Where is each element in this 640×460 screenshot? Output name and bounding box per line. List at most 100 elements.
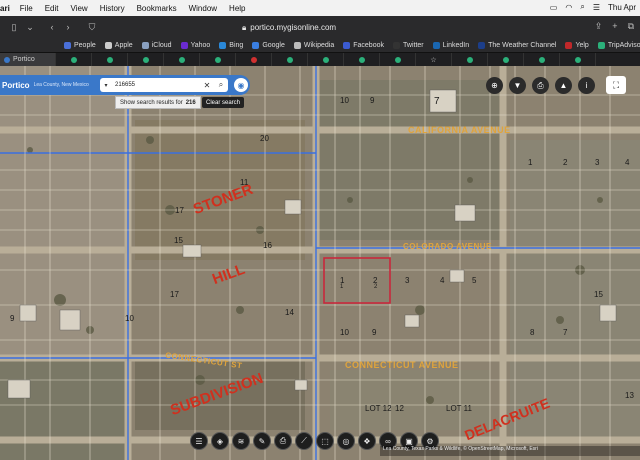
favicon-icon: [70, 56, 77, 63]
share-icon[interactable]: ⇪: [595, 21, 603, 32]
tab-5[interactable]: [164, 53, 200, 66]
back-icon[interactable]: ‹: [44, 22, 60, 32]
eye-icon[interactable]: ◉: [234, 78, 248, 92]
list-icon[interactable]: ☰: [190, 432, 208, 450]
chevron-down-icon[interactable]: ▾: [100, 82, 112, 89]
favicon-icon: [64, 41, 71, 49]
info-icon[interactable]: i: [578, 77, 595, 94]
lot-number: 9: [372, 328, 377, 337]
tab-overview-icon[interactable]: ⧉: [628, 21, 634, 32]
favorite-facebook[interactable]: Facebook: [343, 41, 384, 49]
printer-icon[interactable]: ⎙: [274, 432, 292, 450]
lot-number: 2: [374, 284, 378, 290]
lot-number: 10: [125, 314, 134, 323]
lot-number: 14: [285, 308, 294, 317]
plus-icon[interactable]: ⊕: [486, 77, 503, 94]
tab-8[interactable]: [272, 53, 308, 66]
favorite-label: The Weather Channel: [488, 41, 557, 49]
search-value[interactable]: 216655: [115, 82, 200, 88]
forward-icon[interactable]: ›: [60, 22, 76, 32]
favorite-google[interactable]: Google: [252, 41, 285, 49]
select-icon[interactable]: ⬚: [316, 432, 334, 450]
url-text: portico.mygisonline.com: [250, 23, 337, 32]
app-menu[interactable]: ari: [0, 4, 10, 13]
clear-search-button[interactable]: ✕: [200, 81, 214, 90]
sidebar-icon[interactable]: ▯: [6, 22, 22, 33]
tab-13[interactable]: [452, 53, 488, 66]
favorite-the-weather-channel[interactable]: The Weather Channel: [478, 41, 557, 49]
stack-icon[interactable]: ≋: [232, 432, 250, 450]
fullscreen-icon[interactable]: ⛶: [606, 76, 626, 94]
tab-7[interactable]: [236, 53, 272, 66]
search-icon[interactable]: ⌕: [580, 2, 584, 12]
parcel-search-input[interactable]: ▾ 216655 ✕ ⌕: [100, 78, 228, 92]
menu-edit[interactable]: Edit: [45, 4, 59, 13]
favicon-icon: [394, 56, 401, 63]
tab-3[interactable]: [92, 53, 128, 66]
favorite-wikipedia[interactable]: Wikipedia: [293, 41, 334, 49]
search-icon[interactable]: ⌕: [214, 80, 228, 90]
menu-history[interactable]: History: [100, 4, 125, 13]
favorite-tripadvisor[interactable]: TripAdvisor: [597, 41, 640, 49]
county-label: Lea County, New Mexico: [33, 82, 89, 88]
favorite-yahoo[interactable]: Yahoo: [180, 41, 210, 49]
shield-icon[interactable]: ⛉: [84, 22, 100, 33]
bookmark-icon[interactable]: ❖: [358, 432, 376, 450]
map-attribution: Lea County, Texas Parks & Wildlife, © Op…: [380, 446, 640, 456]
lot-number: LOT 11: [446, 404, 472, 413]
favicon-icon: [565, 41, 573, 49]
portico-logo[interactable]: Portico: [2, 81, 30, 90]
filter-icon[interactable]: ▼: [509, 77, 526, 94]
lot-number: 5: [472, 276, 477, 285]
wifi-icon[interactable]: ◠: [565, 3, 572, 12]
pencil-icon[interactable]: ✎: [253, 432, 271, 450]
address-bar[interactable]: 🔒︎ portico.mygisonline.com: [242, 21, 392, 34]
tab-10[interactable]: [344, 53, 380, 66]
lot-number: 11: [240, 178, 249, 187]
lock-icon: 🔒︎: [242, 22, 247, 32]
buffer-icon[interactable]: ◎: [337, 432, 355, 450]
tab-11[interactable]: [380, 53, 416, 66]
tab-14[interactable]: [488, 53, 524, 66]
favorite-people[interactable]: People: [64, 41, 96, 49]
print-icon[interactable]: ⎙: [532, 77, 549, 94]
menu-view[interactable]: View: [70, 4, 87, 13]
tab-portico[interactable]: Portico: [0, 53, 56, 66]
menu-file[interactable]: File: [20, 4, 33, 13]
battery-icon[interactable]: ▭: [550, 3, 558, 12]
search-suggestion[interactable]: Show search results for 216: [115, 96, 201, 109]
favorite-bing[interactable]: Bing: [219, 41, 243, 49]
lot-number: 1: [528, 158, 533, 167]
menu-bookmarks[interactable]: Bookmarks: [137, 4, 177, 13]
favorite-twitter[interactable]: Twitter: [393, 41, 424, 49]
favorite-apple[interactable]: Apple: [104, 41, 133, 49]
measure-icon[interactable]: ⟋: [295, 432, 313, 450]
lot-number: 7: [563, 328, 568, 337]
favorite-label: Google: [262, 41, 285, 49]
tab-12[interactable]: ☆: [416, 53, 452, 66]
favorite-icloud[interactable]: iCloud: [141, 41, 172, 49]
clock[interactable]: Thu Apr: [608, 3, 636, 12]
favorite-label: LinkedIn: [442, 41, 470, 49]
favorite-yelp[interactable]: Yelp: [565, 41, 589, 49]
menu-help[interactable]: Help: [229, 4, 245, 13]
portico-favicon-icon: [4, 56, 10, 63]
layers-icon[interactable]: ◈: [211, 432, 229, 450]
tab-4[interactable]: [128, 53, 164, 66]
tab-9[interactable]: [308, 53, 344, 66]
favicon-icon: [252, 41, 260, 49]
tab-2[interactable]: [56, 53, 92, 66]
portico-header: Portico Lea County, New Mexico ▾ 216655 …: [0, 75, 250, 95]
chevron-down-icon[interactable]: ⌄: [22, 22, 38, 33]
tab-6[interactable]: [200, 53, 236, 66]
tab-16[interactable]: [560, 53, 596, 66]
warning-icon[interactable]: ▲: [555, 77, 572, 94]
new-tab-icon[interactable]: +: [612, 21, 617, 32]
hint-value: 216: [185, 99, 196, 106]
tab-15[interactable]: [524, 53, 560, 66]
favorite-label: Yelp: [575, 41, 589, 49]
menu-window[interactable]: Window: [189, 4, 217, 13]
favorite-linkedin[interactable]: LinkedIn: [432, 41, 470, 49]
control-center-icon[interactable]: ☰: [593, 3, 600, 12]
parcel-map[interactable]: CALIFORNIA AVENUE COLORADO AVENUE CONNEC…: [0, 66, 640, 460]
